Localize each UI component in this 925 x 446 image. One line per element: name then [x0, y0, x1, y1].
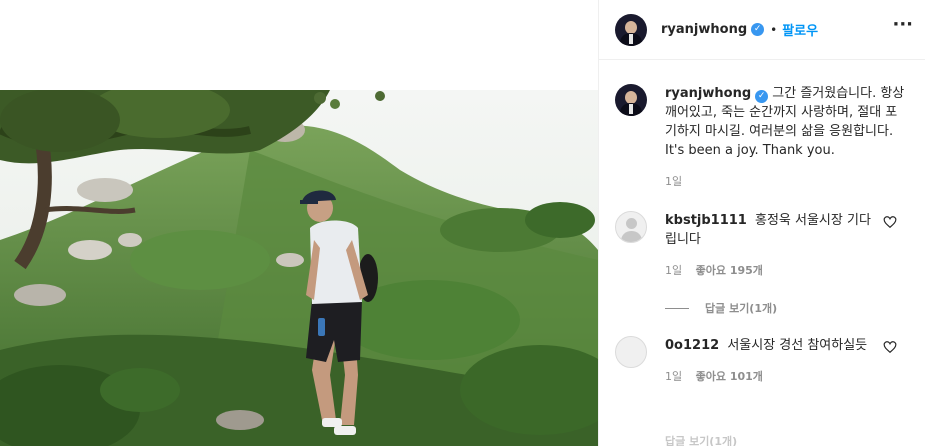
comment-likes[interactable]: 좋아요 195개	[696, 264, 763, 277]
author-username[interactable]: ryanjwhong	[661, 22, 747, 37]
comments-list: ryanjwhong ✓ 그간 즐거웠습니다. 항상 깨어있고, 죽는 순간까지 …	[599, 60, 925, 386]
like-heart-icon[interactable]	[883, 340, 897, 354]
comment-username[interactable]: kbstjb1111	[665, 213, 747, 228]
avatar-shirt	[629, 104, 633, 114]
comment-meta: 1일 좋아요 101개	[665, 367, 880, 386]
caption-body: ryanjwhong ✓ 그간 즐거웠습니다. 항상 깨어있고, 죽는 순간까지 …	[665, 84, 909, 191]
comment-likes[interactable]: 좋아요 101개	[696, 370, 763, 383]
comment-username[interactable]: 0o1212	[665, 338, 719, 353]
caption-username[interactable]: ryanjwhong	[665, 86, 751, 101]
verified-badge-icon: ✓	[751, 23, 765, 36]
comment-body: kbstjb1111 홍정욱 서울시장 기다립니다 1일 좋아요 195개	[665, 211, 880, 280]
like-heart-icon[interactable]	[883, 215, 897, 229]
comment-text: 서울시장 경선 참여하실듯	[727, 338, 868, 353]
post-side-panel: ryanjwhong ✓ • 팔로우 ··· ryanjwhong ✓ 그간 즐거…	[598, 0, 925, 446]
comment-item: 0o1212 서울시장 경선 참여하실듯 1일 좋아요 101개	[615, 336, 909, 386]
post-caption: ryanjwhong ✓ 그간 즐거웠습니다. 항상 깨어있고, 죽는 순간까지 …	[615, 60, 909, 191]
avatar-body	[621, 231, 642, 242]
post-photo[interactable]	[0, 90, 598, 446]
caption-author-avatar[interactable]	[615, 84, 647, 116]
comment-meta: 1일 좋아요 195개	[665, 261, 880, 280]
comment-body: 0o1212 서울시장 경선 참여하실듯 1일 좋아요 101개	[665, 336, 880, 386]
partial-view-replies[interactable]: 답글 보기(1개)	[665, 433, 737, 446]
commenter-avatar[interactable]	[615, 211, 647, 243]
replies-divider	[665, 307, 689, 309]
post-header: ryanjwhong ✓ • 팔로우 ···	[599, 0, 925, 60]
verified-badge-icon: ✓	[755, 90, 769, 103]
avatar-head	[626, 218, 637, 229]
commenter-avatar[interactable]	[615, 336, 647, 368]
author-avatar[interactable]	[615, 13, 647, 46]
post-media	[0, 0, 598, 446]
separator-dot: •	[770, 22, 778, 37]
caption-time[interactable]: 1일	[665, 172, 909, 191]
avatar-face	[625, 20, 637, 34]
follow-button[interactable]: 팔로우	[782, 20, 818, 39]
view-replies-button[interactable]: 답글 보기(1개)	[665, 300, 909, 316]
comment-time[interactable]: 1일	[665, 370, 682, 383]
comment-item: kbstjb1111 홍정욱 서울시장 기다립니다 1일 좋아요 195개	[615, 211, 909, 280]
avatar-shirt	[629, 33, 633, 44]
comment-time[interactable]: 1일	[665, 264, 682, 277]
more-options-icon[interactable]: ···	[892, 14, 913, 35]
view-replies-label: 답글 보기(1개)	[705, 302, 778, 315]
